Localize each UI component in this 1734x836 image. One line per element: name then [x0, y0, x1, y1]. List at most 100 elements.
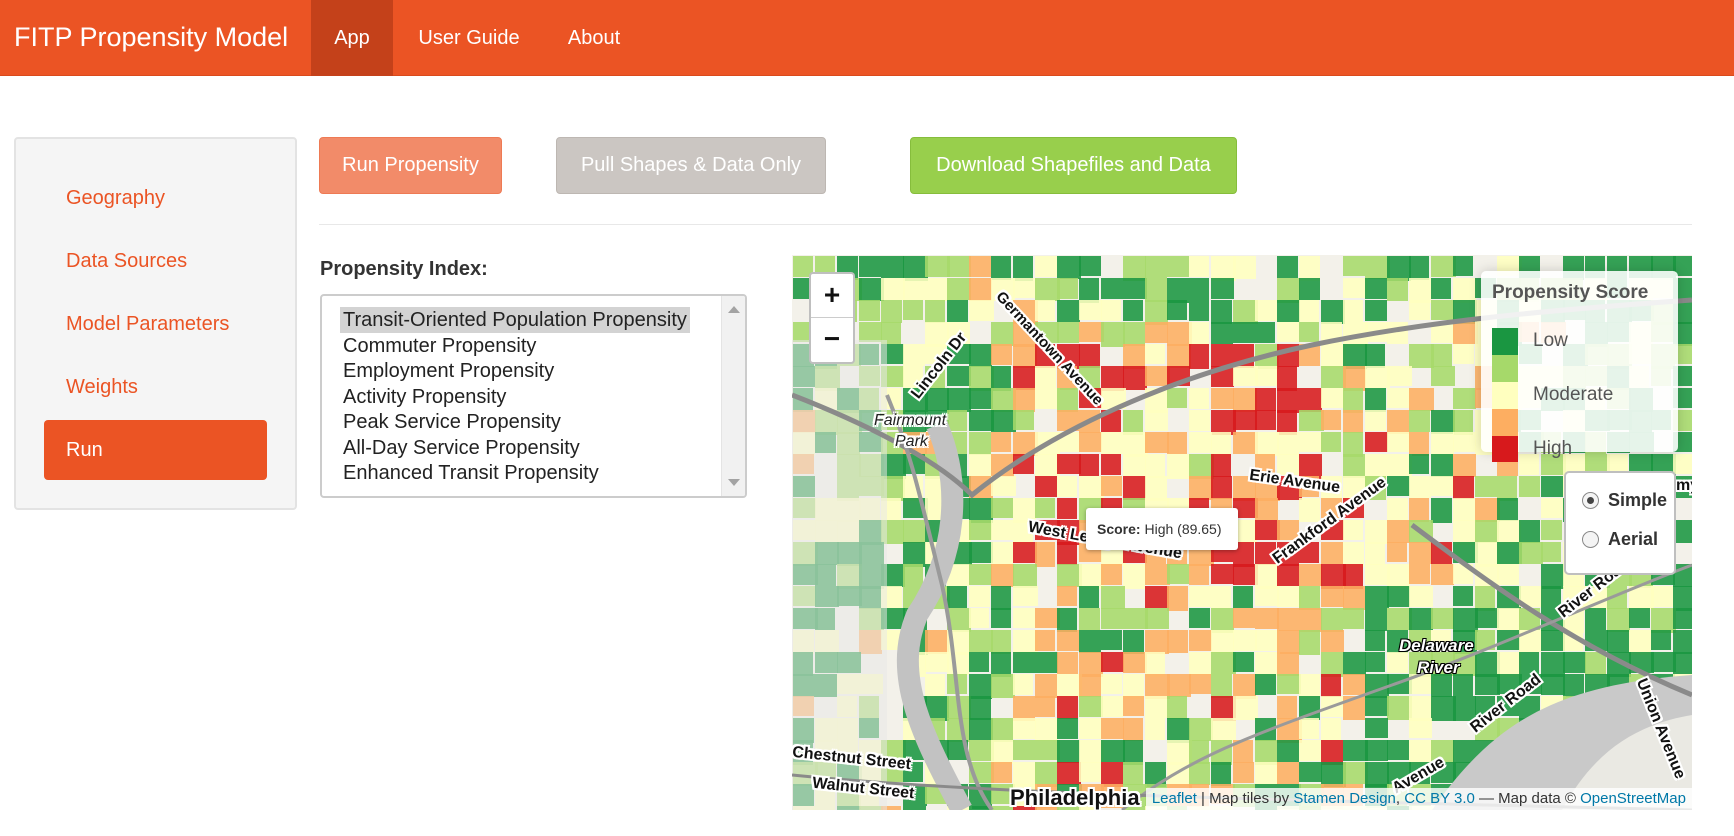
tract-polygon[interactable] — [859, 322, 882, 342]
tract-polygon[interactable] — [1145, 410, 1168, 431]
tract-polygon[interactable] — [1211, 564, 1234, 584]
tract-polygon[interactable] — [1057, 542, 1077, 565]
tract-polygon[interactable] — [1101, 322, 1125, 347]
tract-polygon[interactable] — [1629, 630, 1651, 655]
tract-polygon[interactable] — [1013, 564, 1037, 588]
tract-polygon[interactable] — [1101, 586, 1125, 609]
tract-polygon[interactable] — [1057, 696, 1078, 719]
tract-polygon[interactable] — [1365, 586, 1389, 608]
tract-polygon[interactable] — [969, 696, 991, 720]
tract-polygon[interactable] — [969, 388, 993, 409]
tract-polygon[interactable] — [1013, 740, 1035, 760]
tract-polygon[interactable] — [1145, 476, 1167, 501]
tract-polygon[interactable] — [1255, 564, 1279, 589]
tract-polygon[interactable] — [1453, 586, 1473, 606]
tract-polygon[interactable] — [969, 278, 992, 301]
tract-polygon[interactable] — [1673, 630, 1692, 654]
tract-polygon[interactable] — [1365, 278, 1387, 299]
tract-polygon[interactable] — [1057, 762, 1081, 785]
option-transit-oriented[interactable]: Transit-Oriented Population Propensity — [340, 307, 690, 333]
tract-polygon[interactable] — [969, 586, 990, 607]
tract-polygon[interactable] — [1321, 674, 1341, 697]
tract-polygon[interactable] — [1321, 740, 1343, 765]
tract-polygon[interactable] — [1431, 410, 1455, 434]
tract-polygon[interactable] — [1277, 608, 1299, 631]
tract-polygon[interactable] — [1167, 388, 1187, 408]
tract-polygon[interactable] — [1431, 256, 1456, 277]
tract-polygon[interactable] — [1189, 300, 1209, 321]
tract-polygon[interactable] — [1299, 630, 1320, 655]
tract-polygon[interactable] — [947, 300, 968, 322]
tract-polygon[interactable] — [991, 366, 1011, 391]
tract-polygon[interactable] — [1189, 410, 1210, 431]
tract-polygon[interactable] — [1277, 278, 1300, 303]
tract-polygon[interactable] — [1233, 652, 1254, 672]
tract-polygon[interactable] — [1255, 432, 1279, 456]
tract-polygon[interactable] — [1673, 586, 1692, 611]
tract-polygon[interactable] — [1277, 432, 1299, 455]
tract-polygon[interactable] — [1079, 454, 1099, 476]
tract-polygon[interactable] — [1431, 454, 1453, 477]
tract-polygon[interactable] — [1079, 608, 1100, 630]
tract-polygon[interactable] — [903, 300, 923, 320]
tract-polygon[interactable] — [1189, 454, 1214, 479]
tract-polygon[interactable] — [1475, 520, 1499, 543]
option-employment[interactable]: Employment Propensity — [340, 358, 557, 384]
option-all-day-service[interactable]: All-Day Service Propensity — [340, 435, 583, 461]
tract-polygon[interactable] — [1211, 476, 1232, 499]
tract-polygon[interactable] — [1277, 388, 1299, 413]
tract-polygon[interactable] — [925, 674, 945, 698]
tract-polygon[interactable] — [1541, 652, 1565, 677]
tract-polygon[interactable] — [1475, 542, 1500, 567]
tract-polygon[interactable] — [1299, 674, 1320, 698]
tract-polygon[interactable] — [1167, 696, 1187, 719]
tract-polygon[interactable] — [1057, 608, 1077, 632]
tract-polygon[interactable] — [1035, 718, 1058, 741]
tract-polygon[interactable] — [1321, 366, 1346, 388]
tract-polygon[interactable] — [1211, 652, 1236, 674]
tract-polygon[interactable] — [1541, 520, 1562, 540]
tract-polygon[interactable] — [991, 542, 1013, 567]
tract-polygon[interactable] — [1123, 674, 1144, 699]
tract-polygon[interactable] — [1299, 300, 1319, 322]
tract-polygon[interactable] — [1013, 608, 1035, 628]
tract-polygon[interactable] — [1233, 608, 1255, 628]
tract-polygon[interactable] — [1189, 674, 1211, 694]
osm-link[interactable]: OpenStreetMap — [1580, 790, 1686, 807]
tract-polygon[interactable] — [1519, 520, 1540, 543]
tract-polygon[interactable] — [1145, 652, 1165, 677]
tract-polygon[interactable] — [1123, 432, 1148, 457]
tract-polygon[interactable] — [1167, 322, 1192, 346]
tract-polygon[interactable] — [1277, 674, 1301, 694]
tract-polygon[interactable] — [991, 586, 1011, 610]
tract-polygon[interactable] — [1321, 410, 1341, 430]
tract-polygon[interactable] — [1409, 388, 1434, 411]
tract-polygon[interactable] — [1387, 278, 1408, 301]
tract-polygon[interactable] — [1255, 366, 1278, 386]
tract-polygon[interactable] — [925, 278, 950, 301]
tract-polygon[interactable] — [1585, 652, 1606, 675]
tract-polygon[interactable] — [1167, 256, 1189, 277]
tract-polygon[interactable] — [1145, 630, 1169, 654]
tract-polygon[interactable] — [991, 322, 1014, 346]
cc-link[interactable]: CC BY 3.0 — [1404, 790, 1475, 807]
tract-polygon[interactable] — [1673, 608, 1692, 629]
tract-polygon[interactable] — [1365, 454, 1387, 478]
tract-polygon[interactable] — [991, 410, 1016, 432]
tract-polygon[interactable] — [1233, 366, 1258, 386]
tract-polygon[interactable] — [1255, 586, 1279, 606]
tract-polygon[interactable] — [1409, 410, 1430, 432]
tract-polygon[interactable] — [1321, 586, 1344, 607]
tract-polygon[interactable] — [1255, 300, 1277, 321]
sidebar-item-model-parameters[interactable]: Model Parameters — [44, 294, 267, 354]
tract-polygon[interactable] — [1013, 410, 1034, 430]
tract-polygon[interactable] — [881, 300, 902, 323]
tract-polygon[interactable] — [1387, 586, 1410, 607]
tract-polygon[interactable] — [1475, 498, 1500, 522]
tract-polygon[interactable] — [1145, 344, 1165, 364]
tract-polygon[interactable] — [1409, 608, 1433, 630]
tract-polygon[interactable] — [991, 344, 1012, 365]
tract-polygon[interactable] — [881, 256, 904, 278]
tract-polygon[interactable] — [1519, 476, 1540, 497]
tract-polygon[interactable] — [1365, 762, 1389, 787]
